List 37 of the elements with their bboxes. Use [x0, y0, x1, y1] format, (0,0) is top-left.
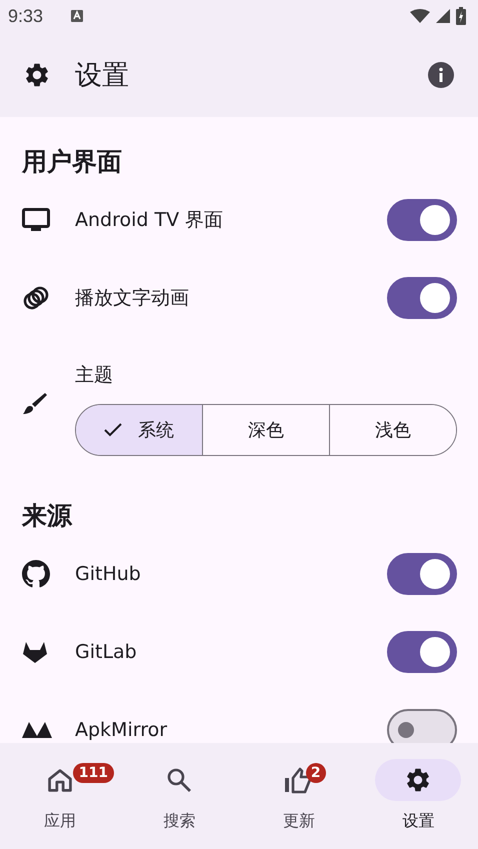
- double-peak-icon: [22, 722, 52, 738]
- wifi-icon: [410, 9, 430, 23]
- theme-option[interactable]: 系统: [76, 405, 202, 455]
- page-title: 设置: [75, 58, 129, 92]
- nav-item[interactable]: 111 应用: [0, 759, 120, 849]
- octocat-icon: [22, 560, 50, 588]
- theme-option[interactable]: 浅色: [329, 405, 456, 455]
- section-heading: 来源: [20, 500, 74, 532]
- info-icon[interactable]: [428, 62, 454, 88]
- brush-icon: [22, 391, 48, 417]
- count-badge: 2: [306, 763, 326, 783]
- nav-item[interactable]: 2 更新: [239, 759, 358, 849]
- setting-label: GitLab: [75, 642, 138, 662]
- home-icon: [48, 768, 72, 792]
- setting-label: 主题: [75, 363, 114, 388]
- nav-item[interactable]: 设置: [358, 759, 478, 849]
- search-icon: [166, 767, 192, 793]
- count-badge: 111: [72, 763, 114, 783]
- setting-label: 播放文字动画: [75, 288, 190, 308]
- battery-icon: [456, 7, 466, 25]
- toggle-switch[interactable]: [387, 553, 457, 595]
- section-heading: 用户界面: [20, 146, 123, 178]
- toggle-switch[interactable]: [387, 199, 457, 241]
- tv-icon: [22, 208, 50, 232]
- toggle-switch[interactable]: [387, 277, 457, 319]
- status-time: 9:33: [8, 6, 44, 26]
- setting-label: GitHub: [75, 564, 142, 584]
- check-icon: [104, 423, 122, 437]
- nav-item[interactable]: 搜索: [120, 759, 239, 849]
- keyboard-icon: [71, 10, 84, 22]
- setting-label: Android TV 界面: [75, 210, 224, 230]
- setting-label: ApkMirror: [75, 720, 168, 740]
- toggle-switch[interactable]: [387, 709, 457, 743]
- toggle-switch[interactable]: [387, 631, 457, 673]
- fox-icon: [22, 640, 48, 664]
- rings-icon: [22, 285, 50, 311]
- signal-icon: [436, 9, 450, 23]
